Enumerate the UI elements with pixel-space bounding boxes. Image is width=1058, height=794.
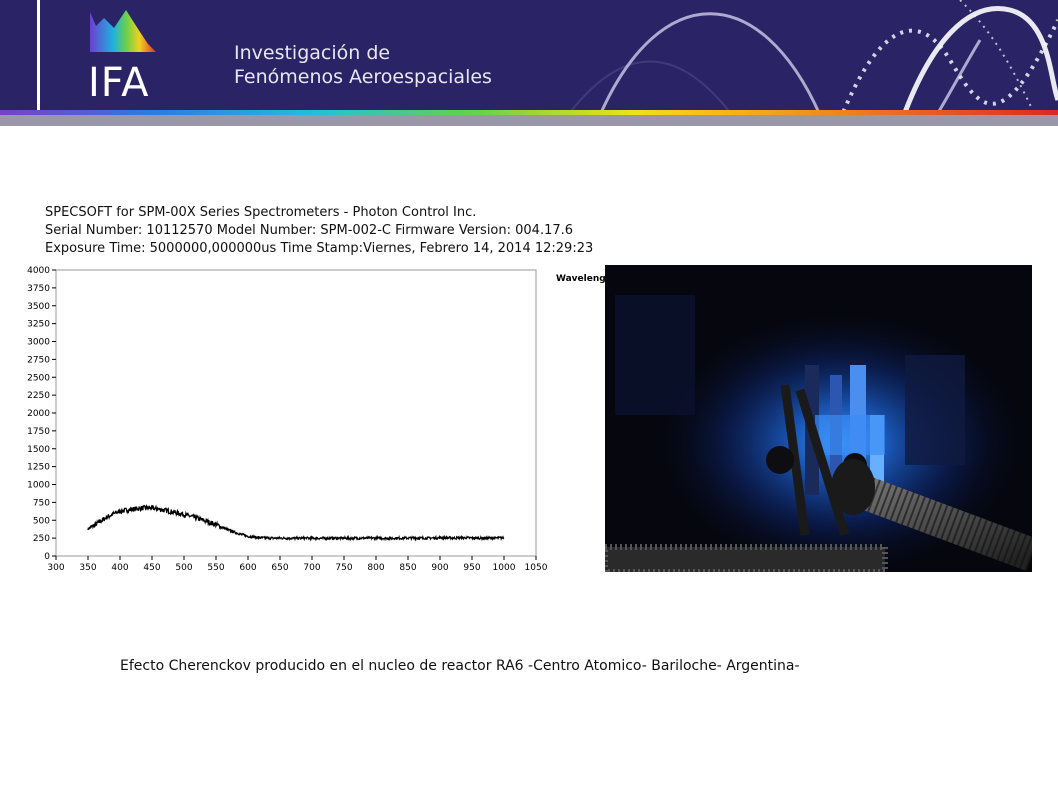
y-tick-label: 250	[33, 534, 50, 544]
plot-area	[55, 269, 537, 557]
y-tick-label: 3250	[27, 320, 50, 330]
x-tick-label: 650	[271, 563, 288, 573]
x-tick-label: 750	[335, 563, 352, 573]
spectrometer-serial-line: Serial Number: 10112570 Model Number: SP…	[45, 223, 574, 238]
y-tick-label: 1750	[27, 427, 50, 437]
header-banner: IFA Investigación de Fenómenos Aeroespac…	[0, 0, 1058, 126]
banner-title-line1: Investigación de	[234, 42, 391, 64]
y-tick-label: 2250	[27, 391, 50, 401]
x-tick-label: 950	[463, 563, 480, 573]
x-tick-label: 450	[143, 563, 160, 573]
banner-title-line2: Fenómenos Aeroespaciales	[234, 66, 492, 88]
reactor-core-photo	[605, 265, 1032, 572]
x-tick-label: 550	[207, 563, 224, 573]
logo-text: IFA	[88, 60, 150, 106]
x-tick-label: 500	[175, 563, 192, 573]
x-tick-label: 800	[367, 563, 384, 573]
x-tick-label: 350	[79, 563, 96, 573]
y-tick-label: 2750	[27, 355, 50, 365]
banner-graphics	[0, 0, 1058, 126]
x-tick-label: 400	[111, 563, 128, 573]
y-tick-label: 3500	[27, 302, 50, 312]
caption: Efecto Cherenckov producido en el nucleo…	[120, 658, 800, 674]
y-tick-label: 2000	[27, 409, 50, 419]
x-tick-label: 850	[399, 563, 416, 573]
y-tick-label: 1000	[27, 481, 50, 491]
y-tick-label: 750	[33, 498, 50, 508]
x-tick-label: 900	[431, 563, 448, 573]
wavelength-label: Waveleng	[556, 274, 606, 284]
y-tick-label: 4000	[27, 266, 50, 276]
y-tick-label: 3000	[27, 338, 50, 348]
x-tick-label: 300	[47, 563, 64, 573]
y-tick-label: 1250	[27, 463, 50, 473]
x-tick-label: 600	[239, 563, 256, 573]
y-tick-label: 3750	[27, 284, 50, 294]
spectrometer-exposure-line: Exposure Time: 5000000,000000us Time Sta…	[45, 241, 594, 256]
x-tick-label: 1050	[525, 563, 548, 573]
y-tick-label: 500	[33, 516, 50, 526]
y-axis: 0 250 500 750 1000 1250 1500 1750 2000 2250 2500 27…	[27, 266, 56, 562]
y-tick-label: 1500	[27, 445, 50, 455]
spectrometer-software-line: SPECSOFT for SPM-00X Series Spectrometer…	[45, 205, 477, 220]
reactor-photo-graphic	[605, 265, 1032, 572]
y-tick-label: 0	[44, 552, 50, 562]
x-tick-label: 1000	[493, 563, 516, 573]
spectrum-chart: 0 250 500 750 1000 1250 1500 1750 2000 2250 2500 27…	[27, 266, 548, 573]
x-tick-label: 700	[303, 563, 320, 573]
x-axis: 300 350 400 450 500 550 600 650 700 750 800 850 900 9…	[47, 556, 548, 573]
y-tick-label: 2500	[27, 373, 50, 383]
